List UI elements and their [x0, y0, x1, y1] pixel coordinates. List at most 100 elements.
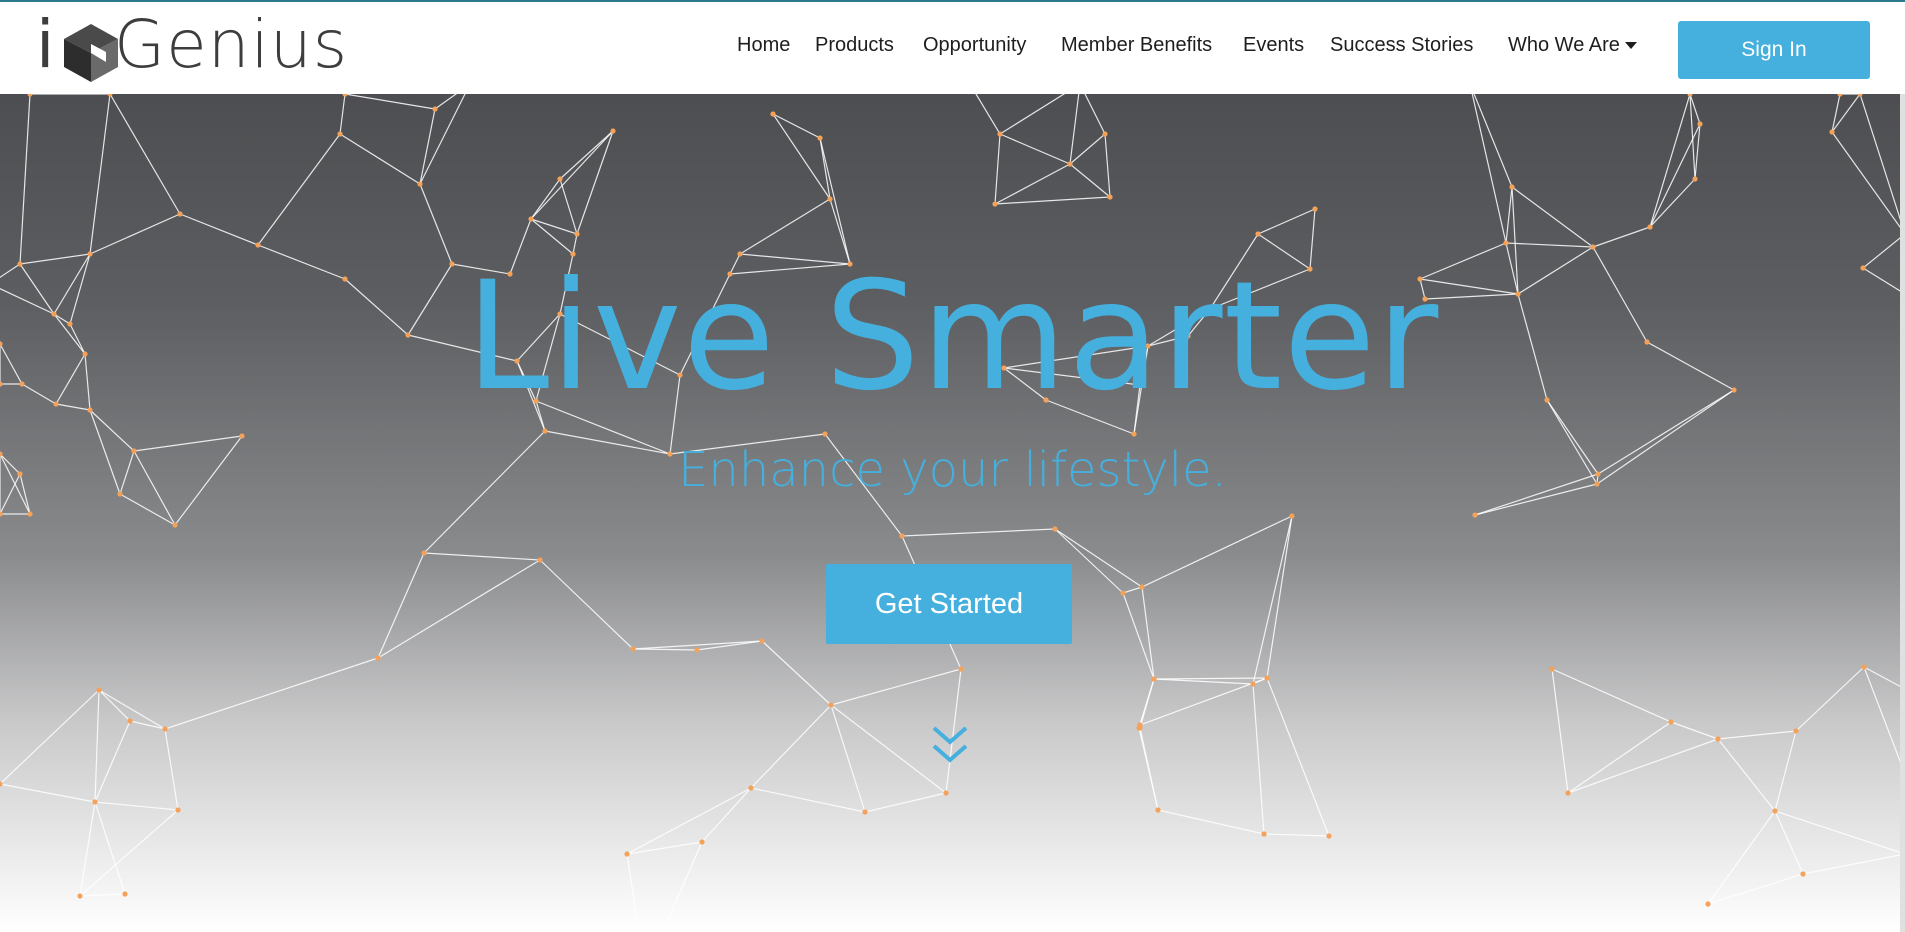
- network-line: [1141, 586, 1155, 680]
- hero-headline: Live Smarter: [465, 250, 1440, 424]
- network-line: [1069, 163, 1111, 198]
- nav-events[interactable]: Events: [1243, 34, 1304, 57]
- network-line: [129, 720, 166, 730]
- nav-home[interactable]: Home: [737, 34, 790, 57]
- network-line: [179, 213, 259, 246]
- network-line: [1551, 668, 1569, 794]
- network-node: [1472, 512, 1478, 518]
- network-node: [1120, 590, 1126, 596]
- network-node: [77, 893, 83, 899]
- network-node: [1772, 808, 1778, 814]
- network-line: [576, 130, 614, 235]
- network-node: [239, 433, 245, 439]
- network-node: [610, 128, 616, 134]
- network-node: [817, 135, 823, 141]
- sign-in-button[interactable]: Sign In: [1678, 21, 1870, 79]
- get-started-button[interactable]: Get Started: [826, 564, 1072, 644]
- network-line: [539, 559, 634, 650]
- network-line: [1707, 873, 1804, 905]
- network-line: [1139, 677, 1268, 726]
- network-node: [759, 638, 765, 644]
- network-node: [1697, 121, 1703, 127]
- network-line: [1138, 727, 1159, 811]
- network-node: [127, 718, 133, 724]
- network-line: [1795, 666, 1865, 732]
- network-line: [1122, 586, 1143, 594]
- network-line: [1831, 131, 1905, 235]
- caret-down-icon: [1624, 42, 1637, 50]
- network-node: [574, 231, 580, 237]
- network-node: [1861, 664, 1867, 670]
- network-line: [530, 218, 578, 235]
- network-node: [694, 647, 700, 653]
- network-node: [1687, 94, 1693, 97]
- network-line: [1266, 677, 1330, 837]
- nav-who-we-are[interactable]: Who We Are: [1508, 34, 1637, 57]
- network-node: [899, 533, 905, 539]
- network-node: [992, 201, 998, 207]
- network-line: [750, 787, 866, 813]
- network-node: [1255, 231, 1261, 237]
- network-line: [739, 198, 831, 255]
- page-scrollbar[interactable]: [1900, 94, 1905, 932]
- network-line: [94, 801, 179, 811]
- network-node: [337, 131, 343, 137]
- nav-member-benefits[interactable]: Member Benefits: [1061, 34, 1212, 57]
- network-line: [1863, 666, 1905, 775]
- network-line: [1505, 242, 1594, 248]
- network-line: [79, 809, 179, 897]
- nav-products[interactable]: Products: [815, 34, 894, 57]
- network-node: [1139, 584, 1145, 590]
- network-line: [1263, 833, 1330, 837]
- double-chevron-down-icon[interactable]: [930, 724, 970, 768]
- network-node: [1509, 184, 1515, 190]
- network-line: [1774, 810, 1905, 855]
- network-node: [0, 511, 3, 517]
- network-line: [819, 137, 831, 200]
- network-node: [1668, 719, 1674, 725]
- logo-mark-icon: [64, 24, 118, 82]
- network-line: [79, 801, 96, 897]
- network-line: [1473, 94, 1513, 188]
- network-node: [1137, 722, 1143, 728]
- network-line: [419, 108, 436, 185]
- network-node: [528, 216, 534, 222]
- network-node: [1793, 728, 1799, 734]
- logo[interactable]: i Genius: [36, 12, 347, 82]
- network-line: [1252, 683, 1265, 835]
- network-line: [1157, 809, 1265, 835]
- network-line: [344, 94, 436, 110]
- network-line: [339, 133, 421, 185]
- network-line: [377, 552, 425, 659]
- network-node: [1705, 901, 1711, 907]
- network-node: [177, 211, 183, 217]
- network-node: [557, 176, 563, 182]
- hero-subheadline: Enhance your lifestyle.: [678, 442, 1227, 498]
- network-node: [822, 431, 828, 437]
- network-node: [1312, 206, 1318, 212]
- network-node: [1837, 94, 1843, 97]
- network-line: [975, 94, 1001, 135]
- network-node: [699, 839, 705, 845]
- network-line: [164, 657, 379, 730]
- network-line: [1717, 738, 1776, 812]
- network-nodes-graphic: [0, 94, 1905, 932]
- network-line: [89, 94, 111, 255]
- network-node: [96, 687, 102, 693]
- network-line: [830, 704, 866, 813]
- network-line: [109, 94, 181, 215]
- network-line: [1592, 226, 1651, 248]
- nav-opportunity[interactable]: Opportunity: [923, 34, 1026, 57]
- network-line: [1069, 94, 1080, 165]
- network-node: [1107, 194, 1113, 200]
- network-line: [1511, 186, 1594, 248]
- nav-success-stories[interactable]: Success Stories: [1330, 34, 1473, 57]
- network-line: [1649, 94, 1691, 228]
- network-node: [1503, 240, 1509, 246]
- network-node: [862, 809, 868, 815]
- network-line: [559, 178, 578, 235]
- network-node: [542, 428, 548, 434]
- network-node: [1829, 129, 1835, 135]
- network-line: [530, 130, 614, 220]
- network-node: [1155, 807, 1161, 813]
